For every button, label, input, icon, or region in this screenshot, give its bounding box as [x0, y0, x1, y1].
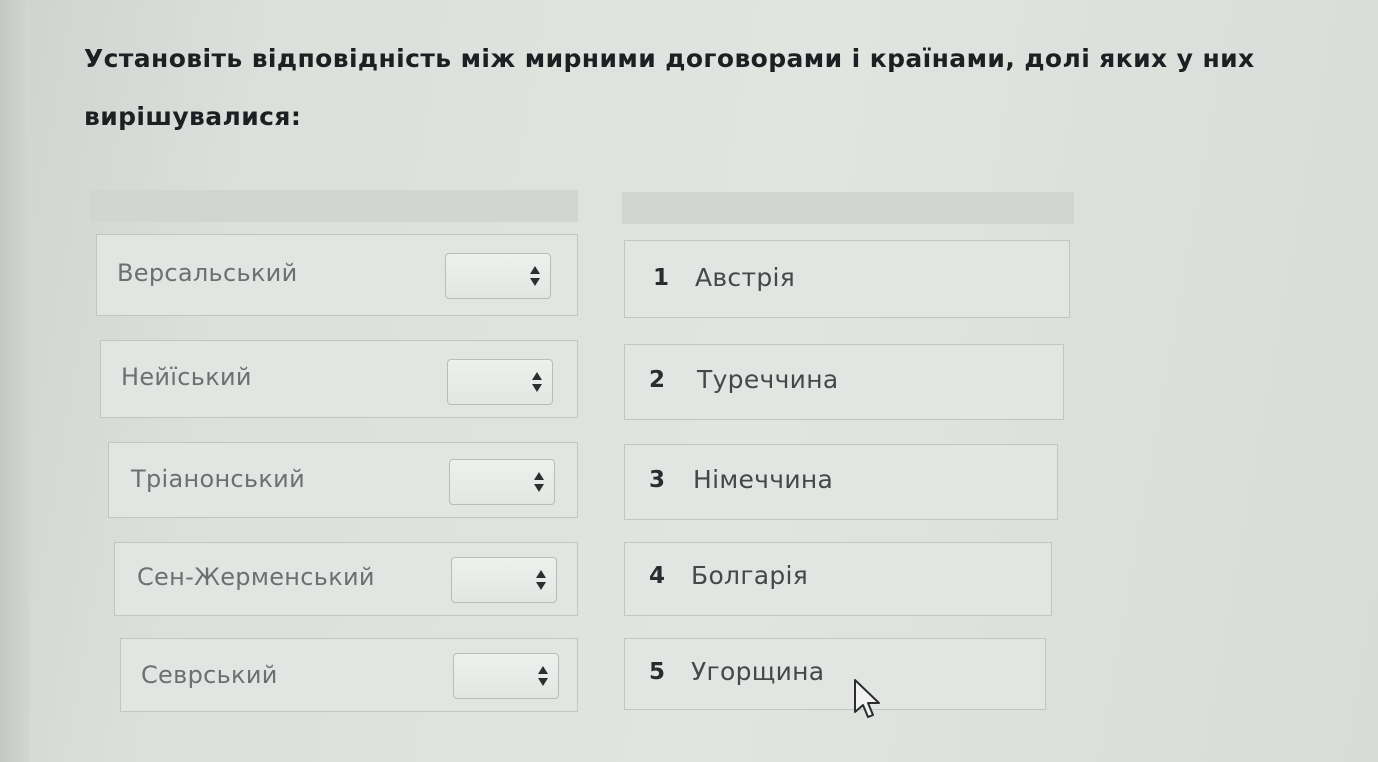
treaty-label: Севрський [141, 661, 278, 689]
country-label: Німеччина [693, 465, 834, 494]
country-number: 5 [649, 659, 666, 685]
treaty-row: Сен-Жерменський [114, 542, 578, 616]
treaty-row: Севрський [120, 638, 578, 712]
treaty-label: Тріанонський [131, 465, 305, 493]
treaty-select[interactable] [453, 653, 559, 699]
up-down-arrows-icon [534, 472, 544, 492]
up-down-arrows-icon [536, 570, 546, 590]
treaty-label: Нейїський [121, 363, 252, 391]
mouse-pointer-icon [854, 679, 880, 718]
up-down-arrows-icon [530, 266, 540, 286]
country-number: 3 [649, 467, 666, 493]
country-row: 5 Угорщина [624, 638, 1046, 710]
country-label: Угорщина [691, 657, 825, 686]
country-number: 2 [649, 367, 666, 393]
treaty-select[interactable] [451, 557, 557, 603]
question-text: Установіть відповідність між мирними дог… [84, 44, 1255, 131]
treaties-column-header [90, 190, 578, 222]
country-number: 4 [649, 563, 666, 589]
treaty-label: Версальський [117, 259, 298, 287]
countries-column-header [622, 192, 1074, 224]
treaty-row: Нейїський [100, 340, 578, 418]
country-row: 4 Болгарія [624, 542, 1052, 616]
treaty-label: Сен-Жерменський [137, 563, 375, 591]
country-number: 1 [653, 265, 670, 291]
up-down-arrows-icon [538, 666, 548, 686]
country-row: 3 Німеччина [624, 444, 1058, 520]
country-row: 1 Австрія [624, 240, 1070, 318]
treaty-select[interactable] [449, 459, 555, 505]
up-down-arrows-icon [532, 372, 542, 392]
treaty-row: Версальський [96, 234, 578, 316]
treaty-select[interactable] [447, 359, 553, 405]
treaty-row: Тріанонський [108, 442, 578, 518]
quiz-page: Установіть відповідність між мирними дог… [0, 0, 1378, 762]
country-label: Туреччина [697, 365, 839, 394]
country-label: Болгарія [691, 561, 809, 590]
country-row: 2 Туреччина [624, 344, 1064, 420]
country-label: Австрія [695, 263, 796, 292]
treaty-select[interactable] [445, 253, 551, 299]
left-edge-shadow [0, 0, 30, 762]
